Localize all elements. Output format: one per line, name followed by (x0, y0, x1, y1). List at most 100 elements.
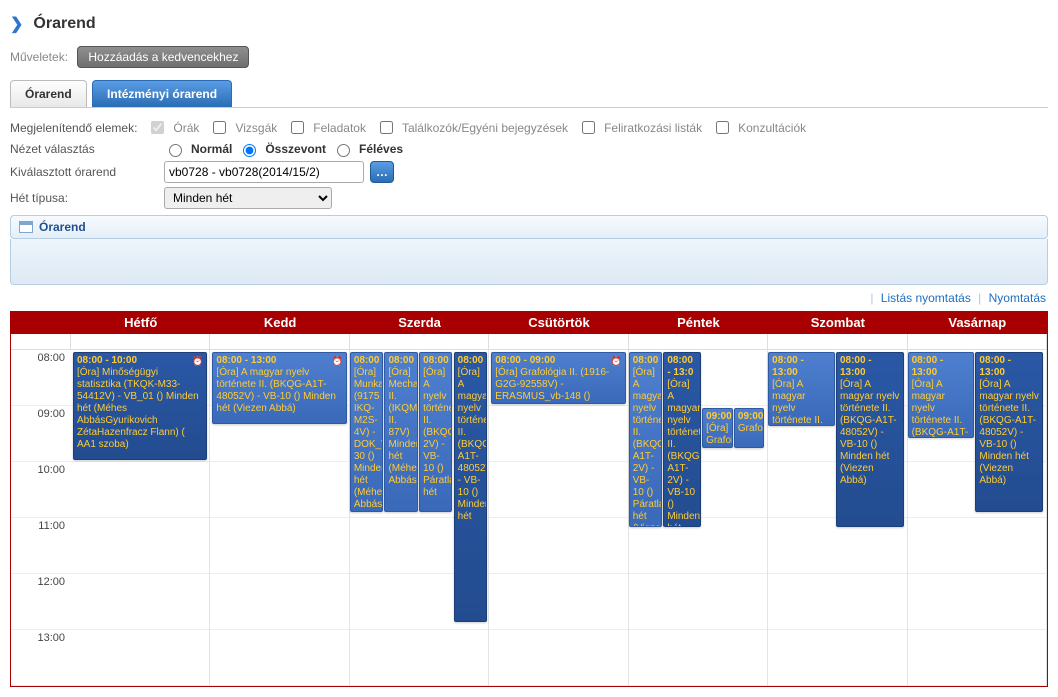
actions-label: Műveletek: (10, 50, 68, 64)
event-sat-2[interactable]: 08:00 - 13:00 [Óra] A magyar nyelv törté… (836, 352, 904, 527)
event-text: [Óra] Grafológia II. (1 (706, 423, 732, 448)
day-header-fri: Péntek (629, 311, 768, 334)
event-text: [Óra] A magyar nyelv története II. (BKQG… (772, 379, 823, 426)
filters: Megjelenítendő elemek: Órák Vizsgák Fela… (10, 108, 1048, 215)
display-elements-label: Megjelenítendő elemek: (10, 121, 137, 135)
day-header-tue: Kedd (210, 311, 349, 334)
calendar-subheader (11, 334, 1047, 350)
event-wed-1[interactable]: 08:00 [Óra] Munkaelemzés (9175 IKQ-M2S-4… (350, 352, 383, 512)
selected-schedule-input[interactable] (164, 161, 364, 183)
event-text: Grafológia (738, 423, 764, 434)
selected-schedule-row: Kiválasztott órarend … (10, 159, 1048, 185)
time-column: 08:00 09:00 10:00 11:00 12:00 13:00 (11, 350, 71, 686)
chk-konzultaciok[interactable] (716, 121, 729, 134)
event-wed-2[interactable]: 08:00 [Óra] Mechanika II. (IKQM3M-II. 87… (384, 352, 417, 512)
actions-row: Műveletek: Hozzáadás a kedvencekhez (10, 42, 1048, 72)
day-col-fri: 08:00 [Óra] A magyar nyelv története II.… (629, 350, 768, 686)
event-time: 08:00 (354, 355, 380, 366)
day-header-sat: Szombat (768, 311, 907, 334)
selected-schedule-label: Kiválasztott órarend (10, 165, 158, 179)
list-print-link[interactable]: Listás nyomtatás (881, 291, 971, 305)
event-time: 08:00 - 13:00 (979, 355, 1011, 378)
tab-bar: Órarend Intézményi órarend (10, 80, 1048, 108)
time-0800: 08:00 (11, 350, 71, 406)
add-to-favorites-button[interactable]: Hozzáadás a kedvencekhez (77, 46, 249, 68)
event-time: 08:00 (388, 355, 414, 366)
time-1200: 12:00 (11, 574, 71, 630)
time-0900: 09:00 (11, 406, 71, 462)
schedule-panel-header: Órarend (10, 215, 1048, 239)
day-col-sun: 08:00 - 13:00 [Óra] A magyar nyelv törté… (908, 350, 1047, 686)
event-time: 09:00 (706, 411, 732, 422)
event-time: 08:00 - 13:00 (912, 355, 944, 378)
event-text: [Óra] Grafológia II. (1916-G2G-92558V) -… (495, 367, 609, 402)
chk-feliratkozasi[interactable] (582, 121, 595, 134)
event-text: [Óra] A magyar nyelv története II. (BKQG… (979, 379, 1038, 486)
chk-vizsgak[interactable] (213, 121, 226, 134)
radio-osszevont[interactable] (243, 144, 256, 157)
view-label: Nézet választás (10, 142, 158, 156)
week-type-row: Hét típusa: Minden hét (10, 185, 1048, 211)
chk-feladatok[interactable] (291, 121, 304, 134)
event-text: [Óra] Mechanika II. (IKQM3M-II. 87V) Min… (388, 367, 417, 486)
event-text: [Óra] Minőségügyi statisztika (TKQK-M33-… (77, 367, 199, 450)
day-col-thu: ⏰ 08:00 - 09:00 [Óra] Grafológia II. (19… (489, 350, 628, 686)
radio-osszevont-label: Összevont (265, 142, 326, 156)
radio-normal[interactable] (169, 144, 182, 157)
event-text: [Óra] A magyar nyelv története II. (BKQG… (633, 367, 662, 527)
chk-talalkozok-label: Találkozók/Egyéni bejegyzések (402, 121, 568, 135)
event-time: 08:00 - 10:00 (77, 355, 137, 366)
event-mon-1[interactable]: ⏰ 08:00 - 10:00 [Óra] Minőségügyi statis… (73, 352, 207, 460)
chk-talalkozok[interactable] (380, 121, 393, 134)
radio-feleves[interactable] (337, 144, 350, 157)
event-text: [Óra] Munkaelemzés (9175 IKQ-M2S-4V) - D… (354, 367, 383, 510)
chk-feladatok-label: Feladatok (313, 121, 366, 135)
chevron-right-icon: ❯ (10, 14, 23, 34)
event-fri-1[interactable]: 08:00 [Óra] A magyar nyelv története II.… (629, 352, 662, 527)
event-wed-4[interactable]: 08:00 [Óra] A magyar nyelv története II.… (454, 352, 487, 622)
time-1000: 10:00 (11, 462, 71, 518)
schedule-panel-title: Órarend (39, 220, 86, 234)
chk-orak[interactable] (151, 121, 164, 134)
event-sun-1[interactable]: 08:00 - 13:00 [Óra] A magyar nyelv törté… (908, 352, 974, 438)
event-tue-1[interactable]: ⏰ 08:00 - 13:00 [Óra] A magyar nyelv tör… (212, 352, 346, 424)
week-type-select[interactable]: Minden hét (164, 187, 332, 209)
event-thu-1[interactable]: ⏰ 08:00 - 09:00 [Óra] Grafológia II. (19… (491, 352, 625, 404)
event-time: 08:00 (423, 355, 449, 366)
chk-orak-label: Órák (173, 121, 199, 135)
day-col-mon: ⏰ 08:00 - 10:00 [Óra] Minőségügyi statis… (71, 350, 210, 686)
event-text: [Óra] A nyelv története II. (BKQG-2V) - … (423, 367, 452, 498)
print-link[interactable]: Nyomtatás (989, 291, 1046, 305)
event-time: 08:00 - 13:00 (772, 355, 804, 378)
radio-feleves-label: Féléves (359, 142, 403, 156)
day-col-wed: 08:00 [Óra] Munkaelemzés (9175 IKQ-M2S-4… (350, 350, 489, 686)
event-time: 08:00 - 13:00 (216, 355, 276, 366)
event-wed-3[interactable]: 08:00 [Óra] A nyelv története II. (BKQG-… (419, 352, 452, 512)
schedule-panel-body (10, 239, 1048, 285)
bell-icon: ⏰ (610, 355, 621, 367)
chk-konzultaciok-label: Konzultációk (738, 121, 806, 135)
event-fri-2[interactable]: 08:00 - 13:0 [Óra] A magyar nyelv történ… (663, 352, 700, 527)
event-time: 08:00 (458, 355, 484, 366)
bell-icon: ⏰ (332, 355, 343, 367)
view-row: Nézet választás Normál Összevont Féléves (10, 139, 1048, 159)
event-text: [Óra] A magyar nyelv története II. (BKQG… (667, 379, 700, 527)
event-text: [Óra] A magyar nyelv története II. (BKQG… (840, 379, 899, 486)
time-1100: 11:00 (11, 518, 71, 574)
calendar-header-corner (11, 311, 71, 334)
event-fri-3[interactable]: 09:00 [Óra] Grafológia II. (1 (702, 408, 732, 448)
day-header-wed: Szerda (350, 311, 489, 334)
event-text: [Óra] A magyar nyelv története II. (BKQG… (216, 367, 336, 414)
calendar: Hétfő Kedd Szerda Csütörtök Péntek Szomb… (10, 311, 1048, 687)
event-sat-1[interactable]: 08:00 - 13:00 [Óra] A magyar nyelv törté… (768, 352, 834, 426)
schedule-picker-button[interactable]: … (370, 161, 394, 183)
calendar-body: 08:00 09:00 10:00 11:00 12:00 13:00 ⏰ 08… (11, 350, 1047, 686)
event-sun-2[interactable]: 08:00 - 13:00 [Óra] A magyar nyelv törté… (975, 352, 1043, 512)
tab-schedule[interactable]: Órarend (10, 80, 87, 107)
event-text: [Óra] A magyar nyelv története II. (BKQG… (912, 379, 969, 438)
radio-normal-label: Normál (191, 142, 232, 156)
event-fri-4[interactable]: 09:00 Grafológia (734, 408, 764, 448)
print-links: | Listás nyomtatás | Nyomtatás (10, 285, 1048, 311)
calendar-icon (19, 221, 33, 233)
tab-institutional[interactable]: Intézményi órarend (92, 80, 232, 107)
